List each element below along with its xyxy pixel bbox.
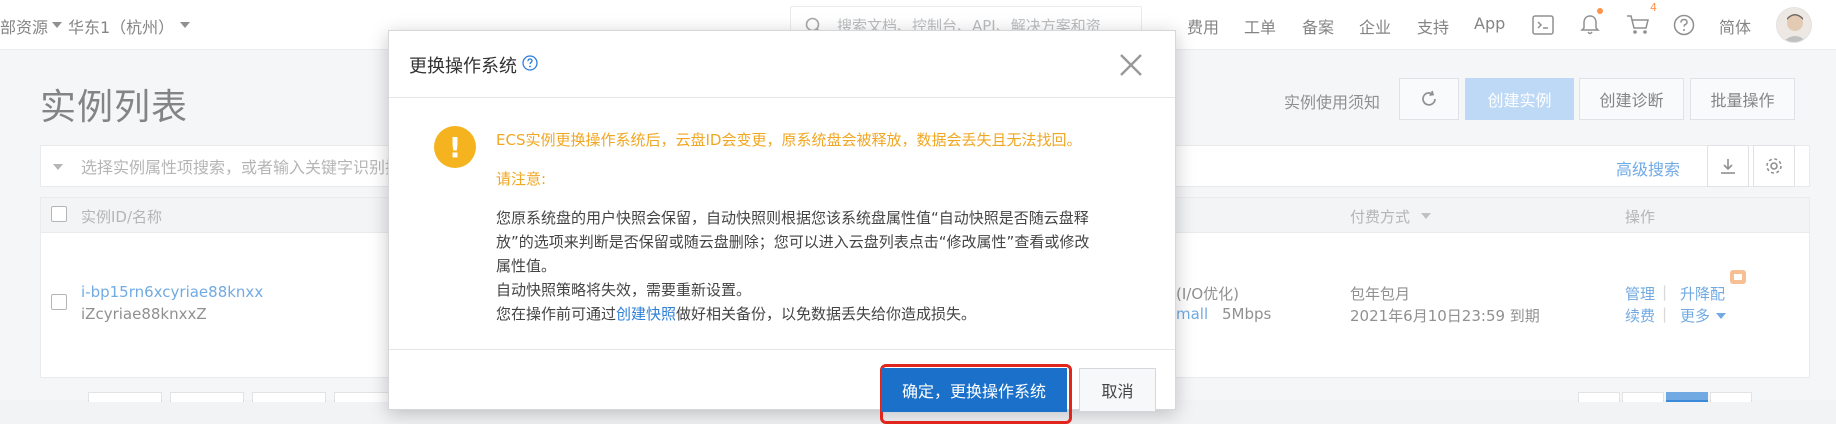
notice-text-line: 属性值。: [496, 257, 557, 275]
notice-text-line: 自动快照策略将失效，需要重新设置。: [496, 281, 752, 299]
close-icon[interactable]: [1117, 51, 1145, 79]
cancel-button[interactable]: 取消: [1079, 368, 1156, 412]
warning-message: ECS实例更换操作系统后，云盘ID会变更，原系统盘会被释放，数据会丢失且无法找回…: [496, 131, 1082, 149]
question-icon[interactable]: [522, 55, 538, 71]
notice-text-line: 您在操作前可通过创建快照做好相关备份，以免数据丢失给你造成损失。: [496, 303, 976, 324]
divider: [389, 349, 1175, 350]
notice-label: 请注意:: [496, 170, 547, 188]
divider: [389, 97, 1175, 98]
notice-text: 做好相关备份，以免数据丢失给你造成损失。: [676, 305, 977, 323]
notice-text-line: 您原系统盘的用户快照会保留，自动快照则根据您该系统盘属性值“自动快照是否随云盘释: [496, 209, 1089, 227]
notice-text: 您在操作前可通过: [496, 305, 617, 323]
warning-icon: !: [434, 126, 476, 168]
confirm-change-os-button[interactable]: 确定，更换操作系统: [881, 368, 1067, 412]
create-snapshot-link[interactable]: 创建快照: [616, 305, 676, 323]
change-os-dialog: 更换操作系统 ! ECS实例更换操作系统后，云盘ID会变更，原系统盘会被释放，数…: [388, 30, 1176, 424]
dialog-title: 更换操作系统: [409, 56, 517, 77]
notice-text-line: 放”的选项来判断是否保留或随云盘删除；您可以进入云盘列表点击“修改属性”查看或修…: [496, 233, 1090, 251]
